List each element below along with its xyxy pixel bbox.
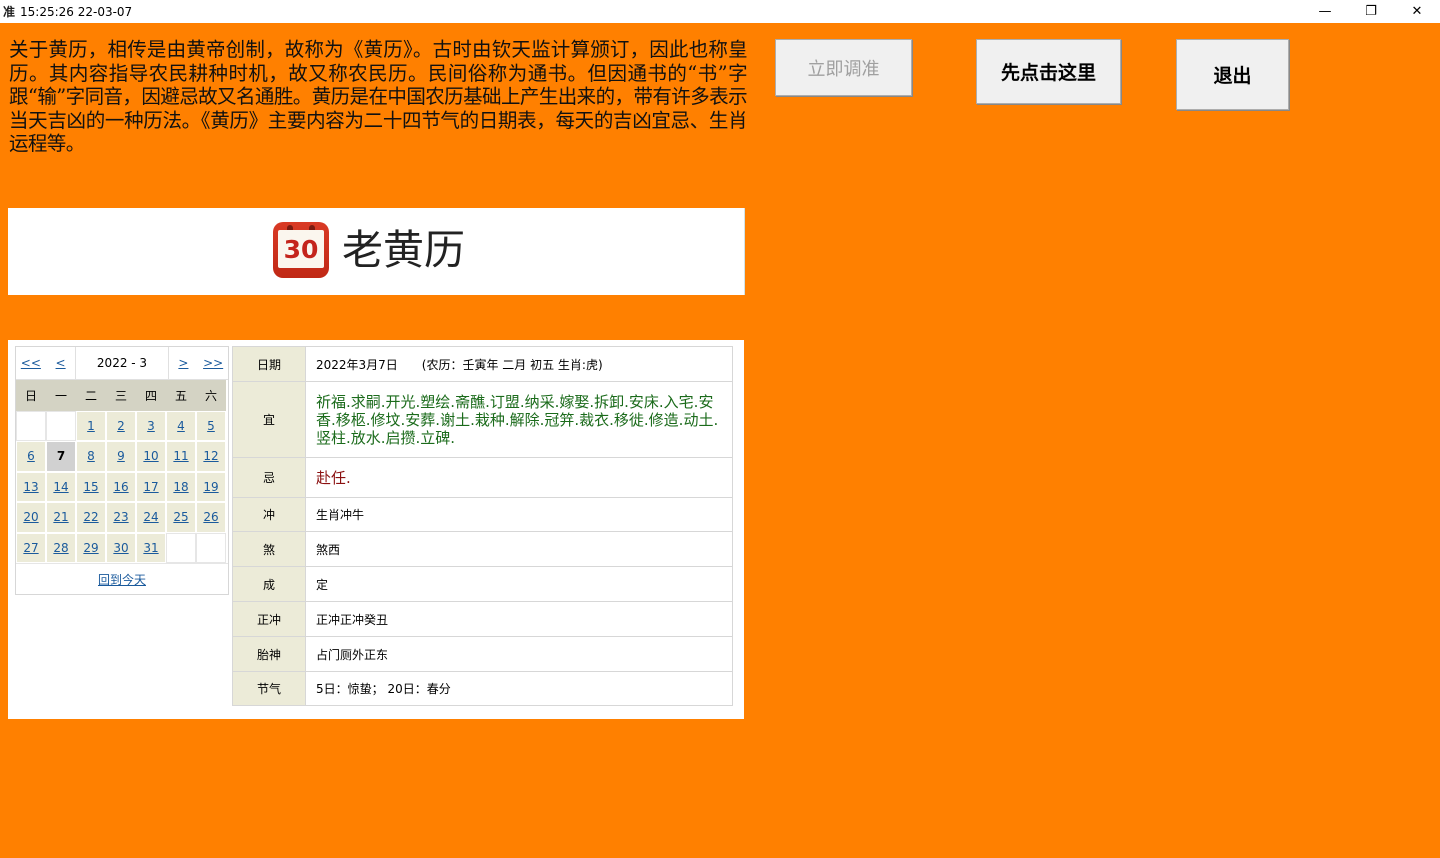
close-icon[interactable]: ✕ xyxy=(1394,0,1440,23)
calendar-day[interactable]: 29 xyxy=(76,532,106,563)
calendar-day[interactable]: 24 xyxy=(136,502,166,533)
calendar-panel: << < 2022 - 3 > >> 日一二三四五六 1 2 3 4 5 6 7 8 9 10 11 1… xyxy=(8,340,744,719)
prev-year-link[interactable]: << xyxy=(16,347,46,379)
yi-value: 祈福.求嗣.开光.塑绘.斋醮.订盟.纳采.嫁娶.拆卸.安床.入宅.安香.移柩.修… xyxy=(305,381,733,458)
window-title: 15:25:26 22-03-07 xyxy=(20,4,133,19)
chong-value: 生肖冲牛 xyxy=(305,497,733,532)
almanac-table: 日期 2022年3月7日 (农历：壬寅年 二月 初五 生肖:虎) 宜 祈福.求嗣… xyxy=(232,346,733,706)
chong-label: 冲 xyxy=(232,497,306,532)
logo-number: 30 xyxy=(278,230,324,268)
next-year-link[interactable]: >> xyxy=(198,347,228,379)
weekday-header: 五 xyxy=(166,380,196,411)
calendar-day-today[interactable]: 7 xyxy=(46,441,76,472)
calendar-day[interactable]: 28 xyxy=(46,532,76,563)
table-row: 节气 5日：惊蛰； 20日：春分 xyxy=(232,671,733,706)
calendar-day[interactable]: 30 xyxy=(106,532,136,563)
calendar-day[interactable]: 18 xyxy=(166,471,196,502)
calendar-day[interactable]: 1 xyxy=(76,410,106,441)
calendar-grid: 日一二三四五六 1 2 3 4 5 6 7 8 9 10 11 12 13 14 15 16 17 18 19 20 21… xyxy=(16,380,228,563)
back-to-today-link[interactable]: 回到今天 xyxy=(16,563,228,594)
table-row: 忌 赴任. xyxy=(232,457,733,498)
date-value: 2022年3月7日 (农历：壬寅年 二月 初五 生肖:虎) xyxy=(305,346,733,382)
almanac-description: 关于黄历，相传是由黄帝创制，故称为《黄历》。古时由钦天监计算颁订，因此也称皇历。… xyxy=(9,38,748,155)
taishen-value: 占门厕外正东 xyxy=(305,636,733,672)
calendar-day[interactable]: 8 xyxy=(76,441,106,472)
sha-value: 煞西 xyxy=(305,531,733,567)
calendar-day[interactable]: 20 xyxy=(16,502,46,533)
calendar-day[interactable]: 16 xyxy=(106,471,136,502)
calendar-empty-cell xyxy=(46,410,76,441)
table-row: 日期 2022年3月7日 (农历：壬寅年 二月 初五 生肖:虎) xyxy=(232,346,733,382)
cheng-label: 成 xyxy=(232,566,306,602)
table-row: 宜 祈福.求嗣.开光.塑绘.斋醮.订盟.纳采.嫁娶.拆卸.安床.入宅.安香.移柩… xyxy=(232,381,733,458)
exit-button[interactable]: 退出 xyxy=(1176,39,1289,110)
calendar-day[interactable]: 2 xyxy=(106,410,136,441)
calendar-day[interactable]: 19 xyxy=(196,471,226,502)
calendar-month-title: 2022 - 3 xyxy=(75,347,169,379)
calendar-day[interactable]: 12 xyxy=(196,441,226,472)
calendar-day[interactable]: 5 xyxy=(196,410,226,441)
zhengchong-value: 正冲正冲癸丑 xyxy=(305,601,733,637)
calendar-day[interactable]: 31 xyxy=(136,532,166,563)
calendar-empty-cell xyxy=(16,410,46,441)
calendar-empty-cell xyxy=(196,532,226,563)
mini-calendar: << < 2022 - 3 > >> 日一二三四五六 1 2 3 4 5 6 7 8 9 10 11 1… xyxy=(15,346,229,595)
calendar-day[interactable]: 17 xyxy=(136,471,166,502)
table-row: 正冲 正冲正冲癸丑 xyxy=(232,601,733,637)
calendar-day[interactable]: 10 xyxy=(136,441,166,472)
calendar-day[interactable]: 13 xyxy=(16,471,46,502)
weekday-header: 三 xyxy=(106,380,136,411)
calendar-day[interactable]: 14 xyxy=(46,471,76,502)
calendar-day[interactable]: 22 xyxy=(76,502,106,533)
calendar-day[interactable]: 4 xyxy=(166,410,196,441)
yi-label: 宜 xyxy=(232,381,306,458)
header-panel: 30 老黄历 xyxy=(8,208,745,295)
date-label: 日期 xyxy=(232,346,306,382)
jieqi-value: 5日：惊蛰； 20日：春分 xyxy=(305,671,733,706)
app-icon: 准 xyxy=(3,5,16,19)
calibrate-button[interactable]: 立即调准 xyxy=(775,39,912,96)
calendar-day[interactable]: 25 xyxy=(166,502,196,533)
calendar-day[interactable]: 27 xyxy=(16,532,46,563)
next-month-link[interactable]: > xyxy=(169,347,199,379)
table-row: 成 定 xyxy=(232,566,733,602)
weekday-header: 二 xyxy=(76,380,106,411)
calendar-logo-icon: 30 xyxy=(273,222,329,278)
table-row: 煞 煞西 xyxy=(232,531,733,567)
sha-label: 煞 xyxy=(232,531,306,567)
weekday-header: 一 xyxy=(46,380,76,411)
click-here-button[interactable]: 先点击这里 xyxy=(976,39,1121,104)
calendar-day[interactable]: 3 xyxy=(136,410,166,441)
table-row: 胎神 占门厕外正东 xyxy=(232,636,733,672)
calendar-day[interactable]: 15 xyxy=(76,471,106,502)
window-controls: — ❐ ✕ xyxy=(1302,0,1440,23)
cheng-value: 定 xyxy=(305,566,733,602)
table-row: 冲 生肖冲牛 xyxy=(232,497,733,532)
calendar-empty-cell xyxy=(166,532,196,563)
taishen-label: 胎神 xyxy=(232,636,306,672)
calendar-nav: << < 2022 - 3 > >> xyxy=(16,347,228,380)
title-bar: 准 15:25:26 22-03-07 — ❐ ✕ xyxy=(0,0,1440,23)
weekday-header: 六 xyxy=(196,380,226,411)
calendar-day[interactable]: 23 xyxy=(106,502,136,533)
calendar-day[interactable]: 9 xyxy=(106,441,136,472)
calendar-day[interactable]: 26 xyxy=(196,502,226,533)
page-title: 老黄历 xyxy=(342,226,465,274)
calendar-day[interactable]: 11 xyxy=(166,441,196,472)
zhengchong-label: 正冲 xyxy=(232,601,306,637)
prev-month-link[interactable]: < xyxy=(46,347,76,379)
ji-value: 赴任. xyxy=(305,457,733,498)
weekday-header: 四 xyxy=(136,380,166,411)
calendar-day[interactable]: 6 xyxy=(16,441,46,472)
restore-icon[interactable]: ❐ xyxy=(1348,0,1394,23)
jieqi-label: 节气 xyxy=(232,671,306,706)
calendar-day[interactable]: 21 xyxy=(46,502,76,533)
minimize-icon[interactable]: — xyxy=(1302,0,1348,23)
weekday-header: 日 xyxy=(16,380,46,411)
ji-label: 忌 xyxy=(232,457,306,498)
